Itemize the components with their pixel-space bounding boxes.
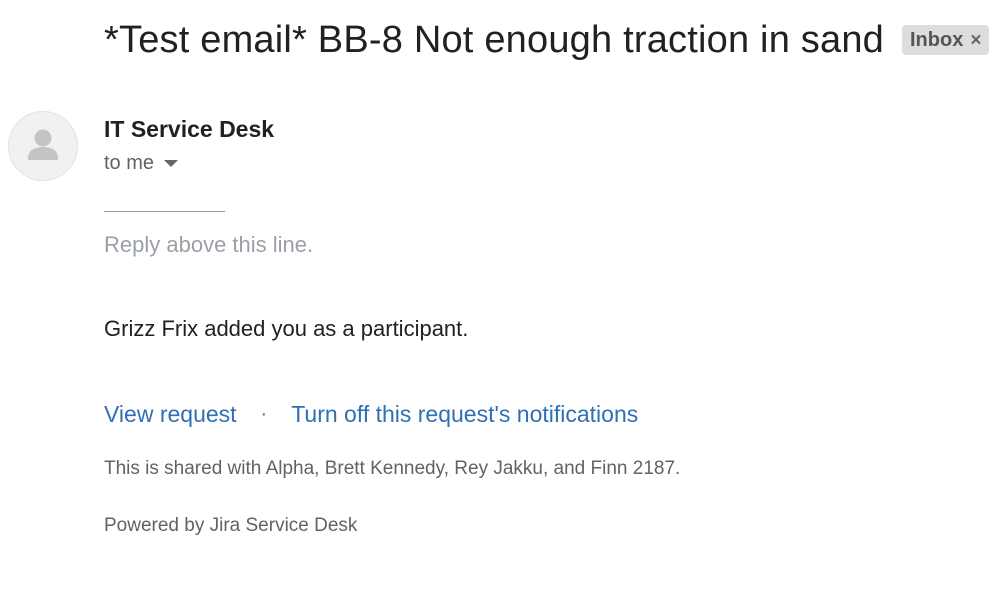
email-subject: *Test email* BB-8 Not enough traction in… xyxy=(104,18,884,61)
remove-label-icon[interactable]: × xyxy=(970,31,981,50)
participant-message: Grizz Frix added you as a participant. xyxy=(104,316,469,341)
caret-down-icon[interactable] xyxy=(164,160,179,167)
shared-with-notice: This is shared with Alpha, Brett Kennedy… xyxy=(104,458,681,479)
recipient-details-toggle[interactable]: to me xyxy=(104,152,179,175)
sender-name[interactable]: IT Service Desk xyxy=(104,116,274,143)
inbox-label-text: Inbox xyxy=(909,28,964,51)
inbox-label-chip[interactable]: Inbox × xyxy=(901,25,990,55)
powered-by-footer: Powered by Jira Service Desk xyxy=(104,515,358,536)
email-actions: View request · Turn off this request's n… xyxy=(104,401,638,428)
sender-avatar[interactable] xyxy=(8,111,78,181)
view-request-link[interactable]: View request xyxy=(104,401,237,428)
reply-above-line-text: Reply above this line. xyxy=(104,232,314,257)
actions-separator: · xyxy=(260,403,268,425)
email-header: *Test email* BB-8 Not enough traction in… xyxy=(104,14,990,66)
person-icon xyxy=(28,129,58,160)
turn-off-notifications-link[interactable]: Turn off this request's notifications xyxy=(291,401,638,428)
reply-separator-line xyxy=(104,211,225,212)
recipient-text: to me xyxy=(104,152,155,174)
